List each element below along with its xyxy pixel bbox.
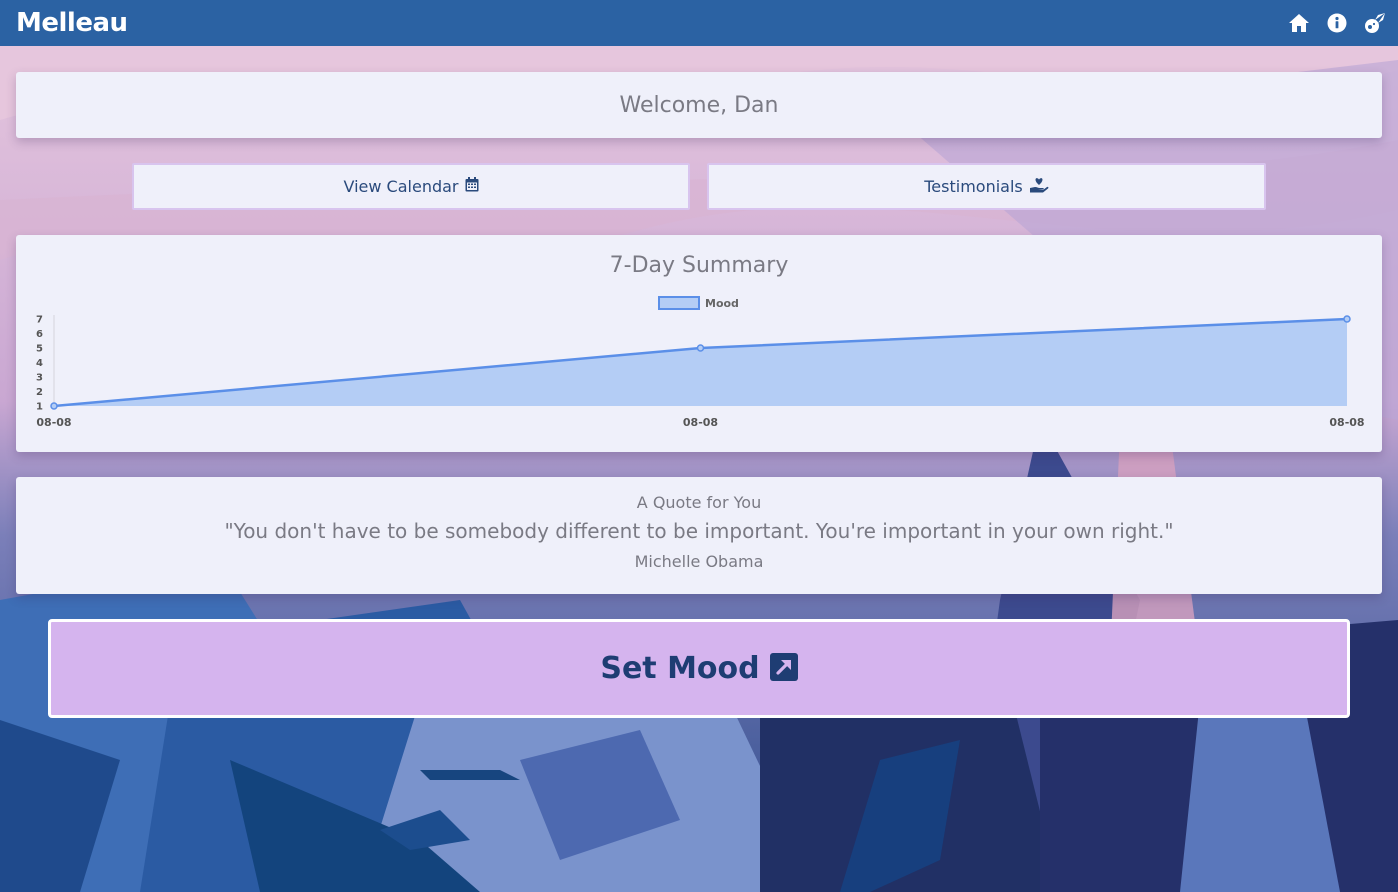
y-tick-label: 6 [36, 329, 43, 340]
mood-area [54, 319, 1347, 406]
summary-card: 7-Day Summary Mood 1 2 3 4 5 6 7 08-08 08-08 08-08 [16, 235, 1382, 452]
quote-author: Michelle Obama [634, 552, 764, 571]
x-tick-label: 08-08 [36, 416, 71, 429]
y-tick-label: 4 [36, 358, 43, 369]
testimonials-button[interactable]: Testimonials [707, 163, 1266, 210]
view-calendar-button[interactable]: View Calendar [132, 163, 690, 210]
view-calendar-label: View Calendar [343, 177, 459, 196]
brand-logo[interactable]: Melleau [16, 8, 128, 38]
hand-heart-icon [1029, 177, 1049, 197]
mood-point [696, 344, 705, 352]
y-tick-label: 1 [36, 402, 43, 413]
meteor-icon[interactable] [1364, 12, 1386, 34]
mood-chart: Mood 1 2 3 4 5 6 7 08-08 08-08 08-08 [36, 296, 1365, 429]
quote-card: A Quote for You "You don't have to be so… [16, 477, 1382, 594]
x-tick-label: 08-08 [683, 416, 718, 429]
nav-icons [1288, 12, 1386, 34]
welcome-card: Welcome, Dan [16, 72, 1382, 138]
calendar-icon [465, 177, 479, 196]
testimonials-label: Testimonials [924, 177, 1023, 196]
mood-point [1343, 315, 1351, 323]
legend-label: Mood [705, 297, 739, 310]
quote-heading: A Quote for You [636, 493, 762, 512]
y-tick-label: 7 [36, 315, 43, 326]
external-link-square-icon [769, 652, 798, 685]
x-tick-label: 08-08 [1329, 416, 1364, 429]
mood-point [50, 402, 58, 410]
y-tick-label: 5 [36, 344, 43, 355]
y-tick-label: 2 [36, 387, 43, 398]
home-icon[interactable] [1288, 12, 1310, 34]
welcome-text: Welcome, Dan [619, 92, 779, 118]
quote-text: "You don't have to be somebody different… [224, 519, 1174, 543]
set-mood-label: Set Mood [600, 651, 760, 686]
info-icon[interactable] [1326, 12, 1348, 34]
legend-swatch [658, 296, 700, 310]
set-mood-button[interactable]: Set Mood [48, 619, 1350, 718]
navbar: Melleau [0, 0, 1398, 46]
y-tick-label: 3 [36, 373, 43, 384]
